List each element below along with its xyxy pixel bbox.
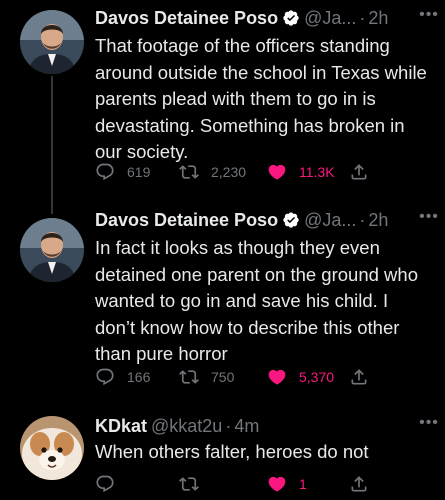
verified-badge-icon	[282, 211, 300, 229]
like-count: 11.3K	[299, 164, 335, 180]
like-count: 5,370	[299, 369, 335, 385]
retweet-icon	[179, 474, 199, 494]
separator: ·	[359, 209, 366, 230]
more-options-icon[interactable]: •••	[417, 6, 441, 26]
author-name[interactable]: Davos Detainee Poso	[95, 8, 278, 29]
retweet-count: 750	[211, 369, 235, 385]
avatar[interactable]	[20, 218, 84, 282]
retweet-button[interactable]	[179, 472, 211, 496]
reply-button[interactable]: 619	[95, 160, 150, 184]
timestamp[interactable]: 4m	[234, 416, 259, 437]
tweet-text: That footage of the officers standing ar…	[95, 35, 427, 162]
heart-icon	[267, 367, 287, 387]
reply-icon	[95, 474, 115, 494]
share-button[interactable]	[349, 365, 369, 389]
reply-button[interactable]	[95, 472, 127, 496]
heart-icon	[267, 474, 287, 494]
author-handle[interactable]: @Ja...	[304, 8, 356, 29]
retweet-count: 2,230	[211, 164, 247, 180]
retweet-icon	[179, 367, 199, 387]
tweet-text: In fact it looks as though they even det…	[95, 237, 418, 364]
tweet-text: When others falter, heroes do not	[95, 441, 369, 462]
author-handle[interactable]: @Ja...	[304, 210, 356, 231]
avatar[interactable]	[20, 416, 84, 480]
share-button[interactable]	[349, 472, 369, 496]
like-button[interactable]: 1	[267, 472, 307, 496]
tweet-actions: 166 750 5,370	[95, 365, 395, 389]
retweet-button[interactable]: 750	[179, 365, 234, 389]
tweet-actions: 1	[95, 472, 395, 496]
reply-button[interactable]: 166	[95, 365, 150, 389]
like-button[interactable]: 11.3K	[267, 160, 335, 184]
reply-count: 619	[127, 164, 151, 180]
reply-icon	[95, 367, 115, 387]
tweet-2[interactable]: Davos Detainee Poso @Ja... · 2h ••• In f…	[0, 206, 445, 396]
tweet-1[interactable]: Davos Detainee Poso @Ja... · 2h ••• That…	[0, 0, 445, 200]
share-button[interactable]	[349, 160, 369, 184]
like-button[interactable]: 5,370	[267, 365, 334, 389]
like-count: 1	[299, 476, 307, 492]
share-icon	[349, 474, 369, 494]
tweet-3[interactable]: KDkat @kkat2u · 4m ••• When others falte…	[0, 406, 445, 500]
author-handle[interactable]: @kkat2u	[151, 416, 222, 437]
share-icon	[349, 367, 369, 387]
reply-icon	[95, 162, 115, 182]
separator: ·	[359, 7, 366, 28]
retweet-icon	[179, 162, 199, 182]
timestamp[interactable]: 2h	[368, 8, 388, 29]
separator: ·	[225, 415, 232, 436]
tweet-header: Davos Detainee Poso @Ja... · 2h	[95, 208, 437, 232]
more-options-icon[interactable]: •••	[417, 414, 441, 434]
more-options-icon[interactable]: •••	[417, 208, 441, 228]
timestamp[interactable]: 2h	[368, 210, 388, 231]
tweet-header: Davos Detainee Poso @Ja... · 2h	[95, 6, 437, 30]
reply-count: 166	[127, 369, 151, 385]
tweet-actions: 619 2,230 11.3K	[95, 160, 395, 184]
author-name[interactable]: KDkat	[95, 416, 147, 437]
retweet-button[interactable]: 2,230	[179, 160, 246, 184]
avatar[interactable]	[20, 10, 84, 74]
share-icon	[349, 162, 369, 182]
author-name[interactable]: Davos Detainee Poso	[95, 210, 278, 231]
heart-icon	[267, 162, 287, 182]
verified-badge-icon	[282, 9, 300, 27]
tweet-header: KDkat @kkat2u · 4m	[95, 414, 437, 438]
